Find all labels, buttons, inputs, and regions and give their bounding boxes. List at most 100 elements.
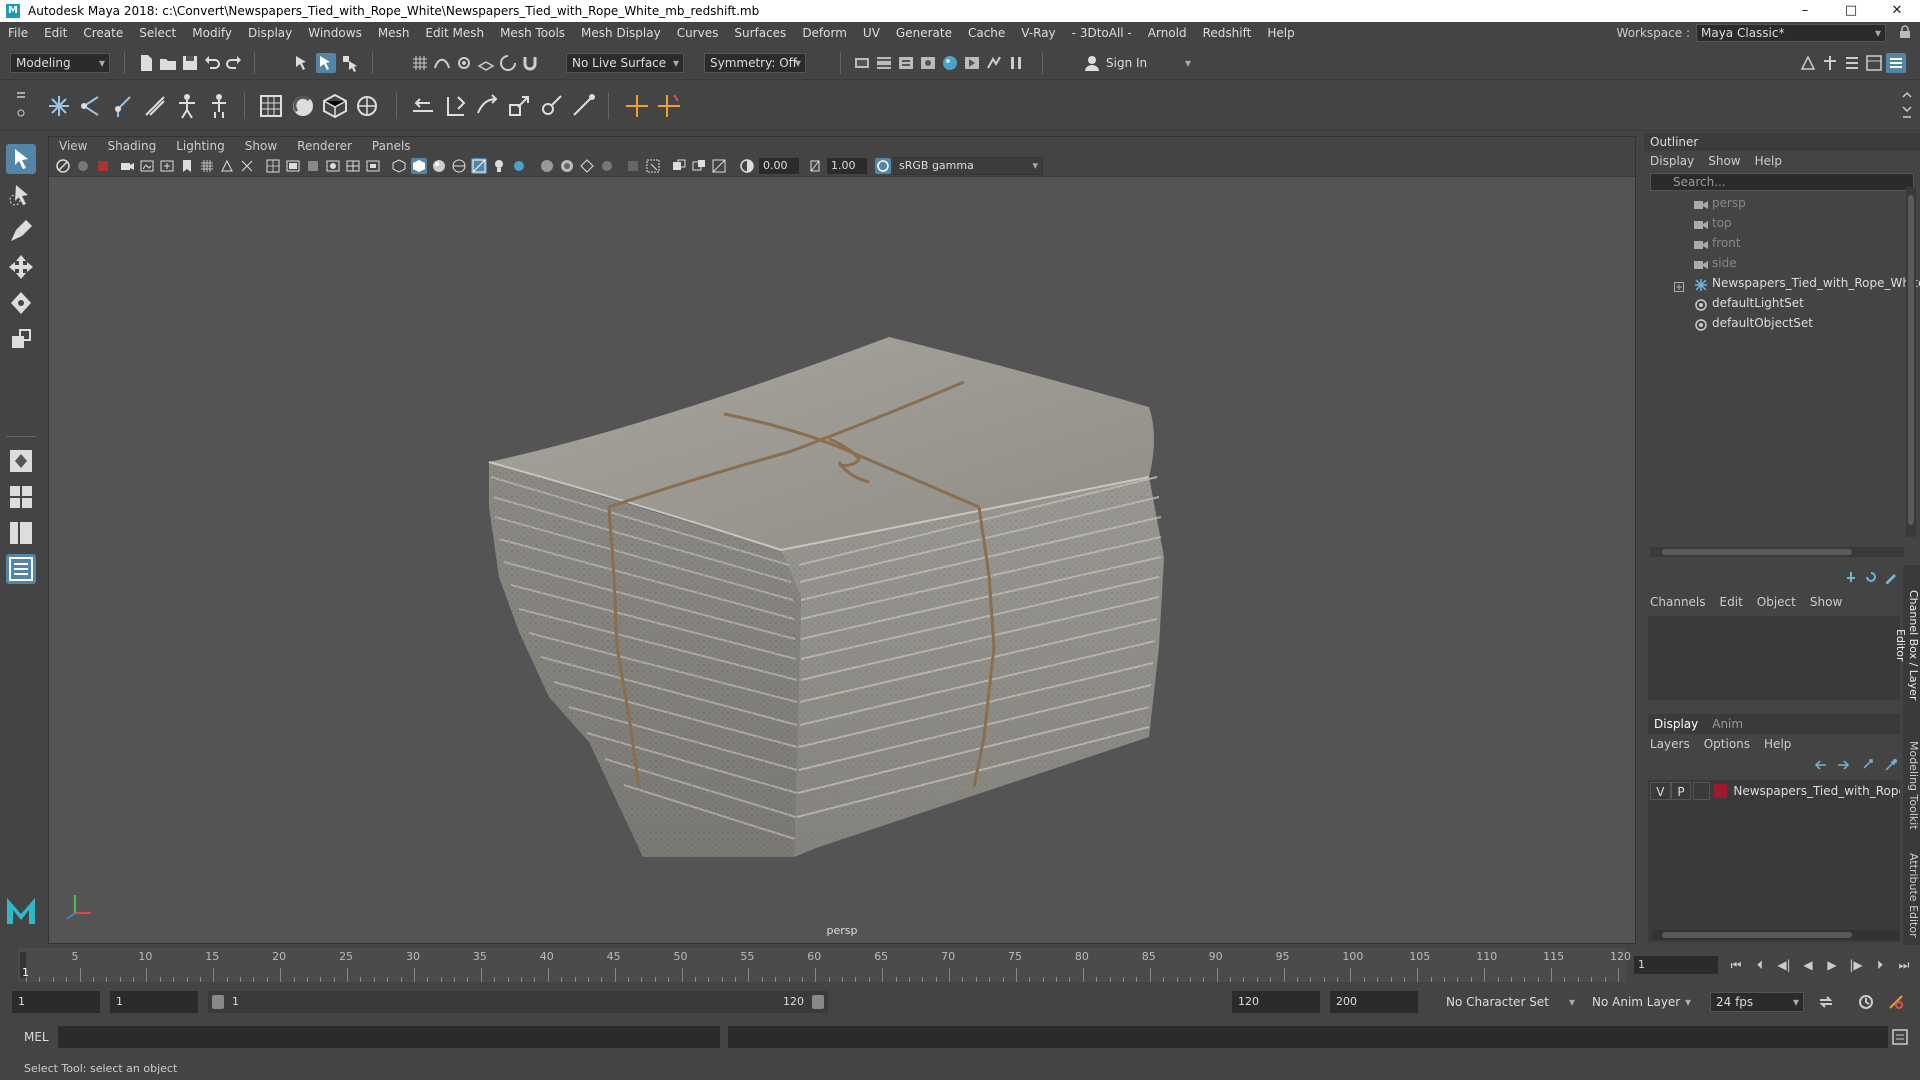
channel-box-divider[interactable] (1644, 700, 1904, 714)
persp-outliner-layout-icon[interactable] (6, 518, 36, 548)
step-back-frame-button[interactable]: ⏴ (1750, 956, 1770, 974)
render-view-icon[interactable] (852, 53, 872, 73)
channel-box-refresh-icon[interactable] (1864, 570, 1878, 584)
move-tool-icon[interactable] (6, 252, 36, 282)
menu-curves[interactable]: Curves (669, 26, 727, 40)
workspace-dropdown[interactable]: Maya Classic* (1696, 24, 1886, 42)
current-frame-field[interactable]: 1 (1634, 956, 1718, 974)
shelf-options-icon[interactable] (14, 87, 28, 125)
anti-aliasing-icon[interactable] (559, 158, 575, 174)
viewport-panel[interactable]: View Shading Lighting Show Renderer Pane… (48, 136, 1636, 944)
range-start-handle[interactable] (212, 995, 224, 1009)
motion-blur-icon[interactable] (539, 158, 555, 174)
layer-row[interactable]: V P Newspapers_Tied_with_Rope_ (1648, 780, 1900, 802)
resolution-gate-icon[interactable] (239, 158, 255, 174)
move-layer-up-icon[interactable] (1814, 758, 1828, 772)
isolate-select-icon[interactable] (391, 158, 407, 174)
save-scene-icon[interactable] (180, 53, 200, 73)
snap-live-icon[interactable] (498, 53, 518, 73)
xray-active-components-icon[interactable] (691, 158, 707, 174)
grease-pencil-icon[interactable] (179, 158, 195, 174)
lasso-tool-icon[interactable] (6, 180, 36, 210)
range-slider-bar[interactable]: 1 120 (208, 991, 828, 1013)
tab-display[interactable]: Display (1654, 717, 1698, 731)
menu-mesh-tools[interactable]: Mesh Tools (492, 26, 573, 40)
shelf-joint-icon[interactable] (44, 91, 74, 121)
exposure-field[interactable]: 0.00 (759, 158, 799, 174)
close-button[interactable]: ✕ (1874, 0, 1920, 22)
menu-set-dropdown[interactable]: Modeling (10, 53, 110, 73)
menu-edit[interactable]: Edit (36, 26, 75, 40)
side-tab-attribute-editor[interactable]: Attribute Editor (1903, 850, 1920, 940)
menu-create[interactable]: Create (75, 26, 131, 40)
snap-curve-icon[interactable] (432, 53, 452, 73)
outliner-item-side[interactable]: side (1644, 253, 1920, 273)
shelf-wrap-icon[interactable] (320, 91, 350, 121)
outliner-menu-help[interactable]: Help (1755, 154, 1782, 168)
use-default-material-icon[interactable] (305, 158, 321, 174)
animation-preferences-icon[interactable] (1886, 992, 1906, 1012)
go-to-start-button[interactable]: ⏮ (1726, 956, 1746, 974)
ipr-render-icon[interactable] (896, 53, 916, 73)
menu-windows[interactable]: Windows (300, 26, 370, 40)
select-object-icon[interactable] (316, 53, 336, 73)
textured-icon[interactable] (345, 158, 361, 174)
shadows-icon[interactable] (491, 158, 507, 174)
shaded-mode-icon[interactable] (411, 158, 427, 174)
outliner-item-default-light-set[interactable]: defaultLightSet (1644, 293, 1920, 313)
channel-box-menu-channels[interactable]: Channels (1650, 595, 1706, 609)
paint-select-tool-icon[interactable] (6, 216, 36, 246)
render-settings-icon[interactable] (918, 53, 938, 73)
bookmarks-icon[interactable] (119, 158, 135, 174)
shelf-scroll-icon[interactable] (1900, 87, 1914, 125)
outliner-search-input[interactable]: Search... (1650, 173, 1914, 191)
select-tool-icon[interactable] (6, 144, 36, 174)
undo-icon[interactable] (202, 53, 222, 73)
modeling-toolkit-toggle-icon[interactable] (1798, 53, 1818, 73)
select-camera-icon[interactable] (55, 158, 71, 174)
go-to-end-button[interactable]: ⏭ (1894, 956, 1914, 974)
channel-box-toggle-icon[interactable] (1886, 53, 1906, 73)
shelf-constraint-pole-icon[interactable] (568, 91, 598, 121)
shelf-ik-handle-icon[interactable] (76, 91, 106, 121)
menu-display[interactable]: Display (240, 26, 300, 40)
color-space-dropdown[interactable]: sRGB gamma (893, 157, 1043, 175)
layer-menu-options[interactable]: Options (1704, 737, 1750, 751)
shelf-constraint-orient-icon[interactable] (472, 91, 502, 121)
new-scene-icon[interactable] (136, 53, 156, 73)
redshift-ipr-icon[interactable] (984, 53, 1004, 73)
render-sequence-icon[interactable] (962, 53, 982, 73)
menu-arnold[interactable]: Arnold (1140, 26, 1195, 40)
layer-hscrollbar[interactable] (1652, 930, 1900, 940)
menu-vray[interactable]: V-Ray (1013, 26, 1063, 40)
shelf-constraint-scale-icon[interactable] (504, 91, 534, 121)
channel-box-menu-edit[interactable]: Edit (1720, 595, 1743, 609)
menu-file[interactable]: File (0, 26, 36, 40)
newspaper-stack-model[interactable] (49, 177, 1636, 937)
outliner-toggle-icon[interactable] (1864, 53, 1884, 73)
menu-surfaces[interactable]: Surfaces (726, 26, 794, 40)
shelf-constraint-point-icon[interactable] (440, 91, 470, 121)
outliner-menu-display[interactable]: Display (1650, 154, 1694, 168)
viewport-menu-shading[interactable]: Shading (97, 139, 166, 153)
smooth-shade-icon[interactable] (285, 158, 301, 174)
scene-end-field[interactable]: 200 (1330, 991, 1418, 1013)
depth-of-field-icon[interactable] (579, 158, 595, 174)
layer-reference-toggle[interactable] (1693, 782, 1711, 800)
side-tab-channel-box[interactable]: Channel Box / Layer Editor (1894, 575, 1920, 715)
select-component-icon[interactable] (340, 53, 360, 73)
shelf-constraint-parent-icon[interactable] (408, 91, 438, 121)
hypershade-icon[interactable] (940, 53, 960, 73)
menu-deform[interactable]: Deform (794, 26, 855, 40)
menu-3dtoall[interactable]: - 3DtoAll - (1064, 26, 1140, 40)
menu-help[interactable]: Help (1259, 26, 1302, 40)
channel-box-menu-object[interactable]: Object (1757, 595, 1796, 609)
wireframe-on-shaded-icon[interactable] (325, 158, 341, 174)
script-editor-icon[interactable] (1890, 1027, 1910, 1047)
layer-name[interactable]: Newspapers_Tied_with_Rope_ (1733, 784, 1900, 798)
frame-selected-icon[interactable] (711, 158, 727, 174)
shelf-constraint-aim-icon[interactable] (536, 91, 566, 121)
film-gate-icon[interactable] (219, 158, 235, 174)
screen-space-ao-icon[interactable] (511, 158, 527, 174)
layer-menu-help[interactable]: Help (1764, 737, 1791, 751)
